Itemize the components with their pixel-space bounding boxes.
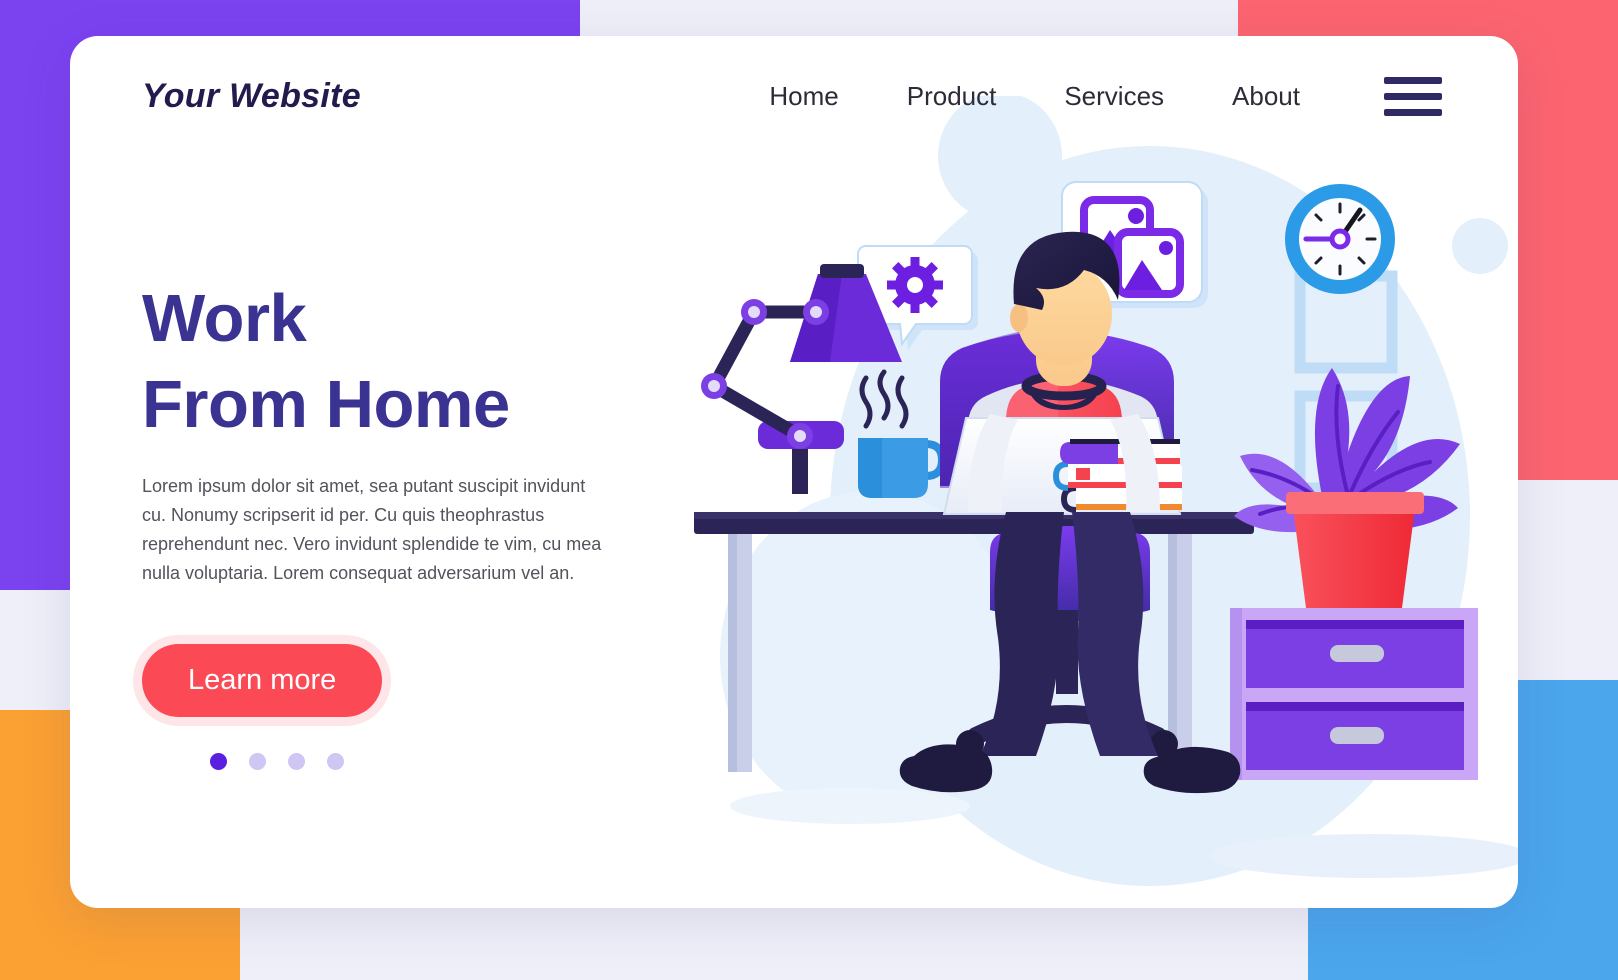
carousel-dots [210,753,702,771]
carousel-dot-1[interactable] [210,753,227,771]
drawer-cabinet [1230,608,1478,780]
site-logo[interactable]: Your Website [142,77,361,116]
work-from-home-illustration: % [670,96,1518,886]
hero-heading-line-1: Work [142,281,307,356]
carousel-dot-4[interactable] [327,753,344,771]
nav-item-product[interactable]: Product [873,81,1031,112]
nav-item-services[interactable]: Services [1030,81,1198,112]
nav-item-about[interactable]: About [1198,81,1334,112]
nav-item-home[interactable]: Home [735,81,872,112]
learn-more-button[interactable]: Learn more [142,644,383,718]
hero-text-column: Work From Home Lorem ipsum dolor sit ame… [142,276,702,771]
main-navigation: Home Product Services About [735,76,1518,116]
hamburger-bar-2 [1384,92,1442,100]
wall-clock-icon [1285,184,1395,294]
cta-wrapper: Learn more [142,644,702,718]
hamburger-bar-3 [1384,108,1442,116]
carousel-dot-2[interactable] [249,753,266,771]
carousel-dot-3[interactable] [288,753,305,771]
site-header: Your Website Home Product Services About [70,36,1518,156]
hero-heading-line-2: From Home [142,366,510,442]
landing-page-card: Your Website Home Product Services About… [70,36,1518,908]
gear-icon [887,257,943,313]
hero-paragraph: Lorem ipsum dolor sit amet, sea putant s… [142,475,602,583]
hamburger-bar-1 [1384,76,1442,84]
hamburger-icon[interactable] [1384,76,1442,116]
